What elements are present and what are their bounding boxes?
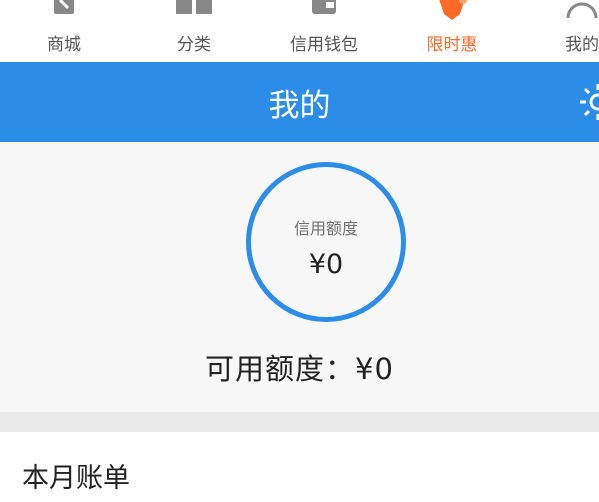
tab-flash-sale-label: 限时惠 — [426, 35, 478, 55]
wallet-icon — [312, 0, 336, 14]
credit-limit-amount: ¥0 — [308, 249, 344, 280]
settings-gear-icon[interactable] — [578, 82, 599, 122]
tab-flash-sale[interactable]: 限时惠 — [397, 0, 507, 62]
tab-category[interactable]: 分类 — [139, 0, 249, 62]
credit-limit-label: 信用额度 — [293, 219, 358, 238]
monthly-bill-label: 本月账单 — [22, 463, 130, 494]
page-title: 我的 — [268, 88, 331, 124]
tab-mine-label: 我的 — [565, 35, 599, 55]
page-header: 我的 — [0, 62, 599, 142]
tab-store-label: 商城 — [47, 35, 81, 55]
tab-credit-wallet-label: 信用钱包 — [290, 35, 358, 55]
available-credit: 可用额度：¥0 — [205, 352, 394, 386]
tab-store[interactable]: 商城 — [9, 0, 119, 62]
monthly-bill-row[interactable]: 本月账单 — [0, 432, 599, 502]
section-divider — [0, 412, 599, 432]
grid-icon — [176, 0, 212, 14]
credit-summary: 信用额度 ¥0 可用额度：¥0 — [0, 142, 599, 412]
store-icon — [54, 0, 74, 14]
user-icon — [566, 2, 598, 18]
tab-credit-wallet[interactable]: 信用钱包 — [269, 0, 379, 62]
top-tab-bar: 商城 分类 信用钱包 限时惠 我的 — [0, 0, 599, 62]
credit-limit-ring: 信用额度 ¥0 — [246, 162, 406, 322]
tab-mine[interactable]: 我的 — [527, 0, 599, 62]
flash-sale-tag-icon — [439, 0, 467, 20]
tab-category-label: 分类 — [177, 35, 211, 55]
